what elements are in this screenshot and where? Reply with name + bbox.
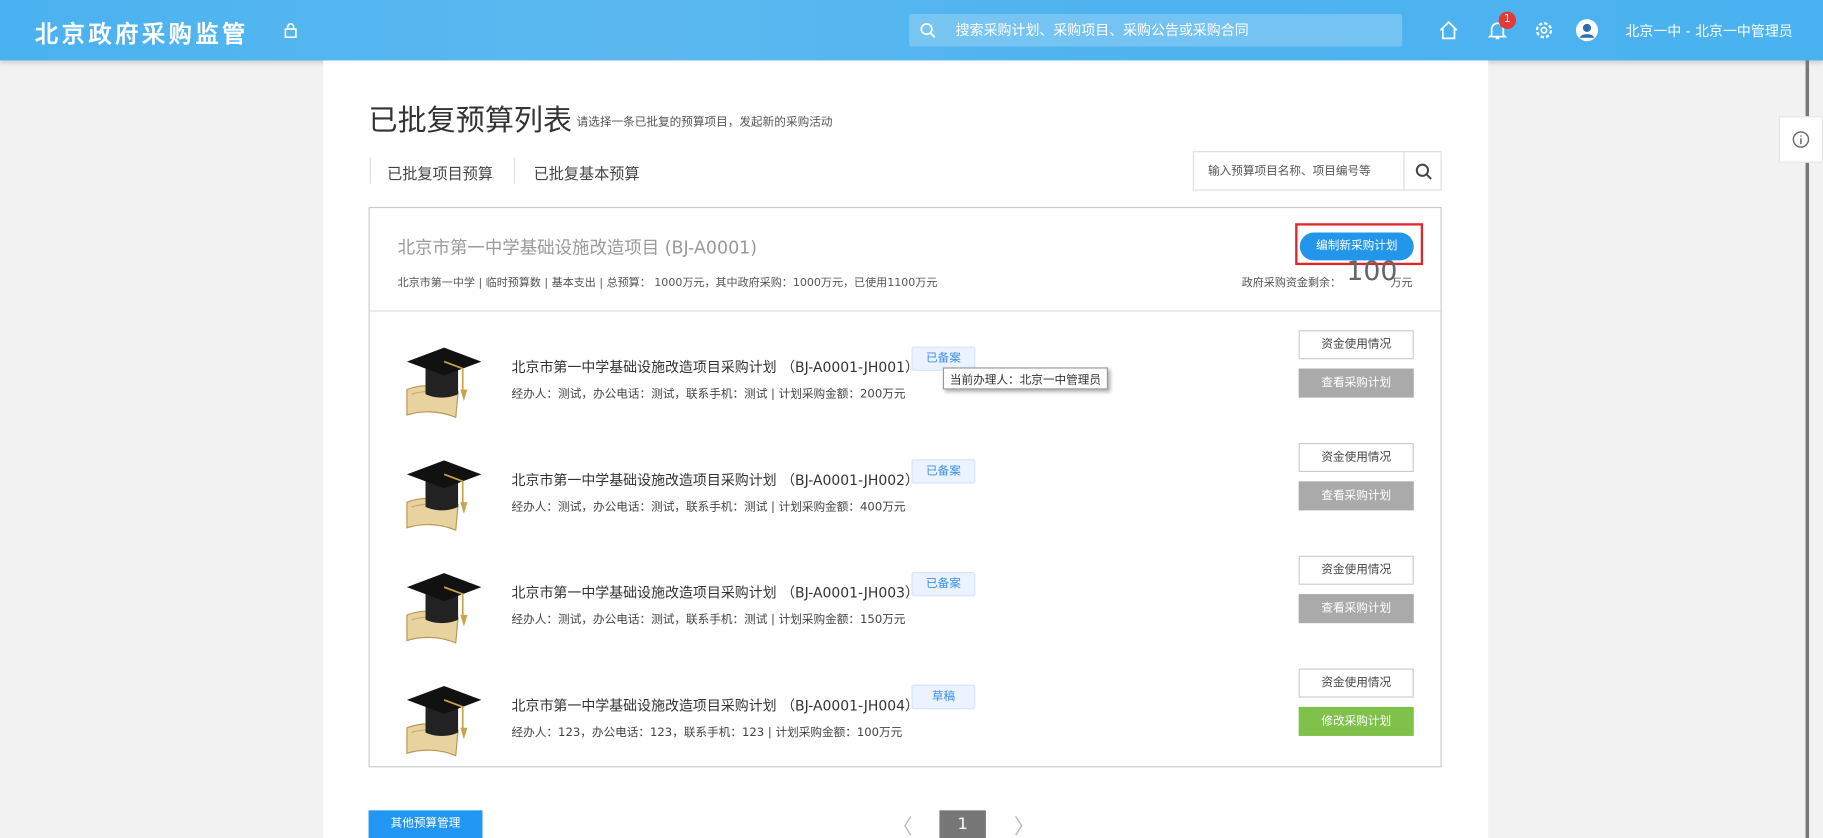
plan-title[interactable]: 北京市第一中学基础设施改造项目采购计划 （BJ-A0001-JH002） xyxy=(512,470,919,490)
budget-search-input[interactable] xyxy=(1194,152,1404,190)
other-budget-button[interactable]: 其他预算管理 xyxy=(368,810,483,838)
status-badge: 草稿 xyxy=(911,684,976,710)
search-button[interactable] xyxy=(1403,152,1441,190)
search-icon xyxy=(920,22,936,38)
view-plan-button[interactable]: 查看采购计划 xyxy=(1298,594,1414,624)
plan-meta: 经办人：测试，办公电话：测试，联系手机：测试 | 计划采购金额：400万元 xyxy=(511,501,906,514)
view-plan-button[interactable]: 查看采购计划 xyxy=(1298,481,1414,511)
prev-page-button[interactable]: 〈 xyxy=(892,810,913,838)
view-plan-button[interactable]: 查看采购计划 xyxy=(1298,368,1414,398)
remaining-label: 政府采购资金剩余： xyxy=(1241,276,1342,290)
user-name[interactable]: 北京一中 - 北京一中管理员 xyxy=(1625,21,1792,41)
next-page-button[interactable]: 〉 xyxy=(1014,810,1035,838)
tooltip: 当前办理人：北京一中管理员 xyxy=(942,367,1108,390)
top-header: 北京政府采购监管 搜索采购计划、采购项目、采购公告或采购合同 1 北京一中 - … xyxy=(0,0,1823,61)
fund-usage-button[interactable]: 资金使用情况 xyxy=(1298,442,1414,473)
tab-basic-budget[interactable]: 已批复基本预算 xyxy=(534,162,640,183)
plan-row: 北京市第一中学基础设施改造项目采购计划 （BJ-A0001-JH002） 经办人：… xyxy=(370,442,1441,556)
budget-title: 北京市第一中学基础设施改造项目 (BJ-A0001) xyxy=(397,237,758,259)
notification-badge: 1 xyxy=(1498,11,1517,30)
lock-icon[interactable] xyxy=(284,22,298,39)
graduation-cap-icon xyxy=(406,460,482,532)
remaining-unit: 万元 xyxy=(1390,276,1413,290)
plan-row: 北京市第一中学基础设施改造项目采购计划 （BJ-A0001-JH004） 经办人：… xyxy=(370,668,1441,782)
logo: 北京政府采购监管 xyxy=(34,19,249,48)
graduation-cap-icon xyxy=(406,347,482,419)
page-1[interactable]: 1 xyxy=(939,810,986,838)
tab-project-budget[interactable]: 已批复项目预算 xyxy=(387,162,493,183)
graduation-cap-icon xyxy=(406,573,482,644)
page-title: 已批复预算列表 xyxy=(368,103,573,138)
plan-meta: 经办人：测试，办公电话：测试，联系手机：测试 | 计划采购金额：200万元 xyxy=(511,388,906,402)
home-icon[interactable] xyxy=(1437,19,1460,42)
divider xyxy=(513,158,516,184)
global-search-placeholder: 搜索采购计划、采购项目、采购公告或采购合同 xyxy=(955,22,1249,39)
info-button[interactable] xyxy=(1778,116,1823,163)
scrollbar[interactable] xyxy=(1805,60,1810,838)
fund-usage-button[interactable]: 资金使用情况 xyxy=(1298,555,1414,585)
plan-meta: 经办人：123，办公电话：123，联系手机：123 | 计划采购金额：100万元 xyxy=(511,726,903,740)
budget-card: 北京市第一中学基础设施改造项目 (BJ-A0001) 北京市第一中学 | 临时预… xyxy=(368,206,1442,768)
graduation-cap-icon xyxy=(406,685,482,757)
gear-icon[interactable] xyxy=(1532,19,1555,42)
budget-meta: 北京市第一中学 | 临时预算数 | 基本支出 | 总预算： 1000万元，其中政… xyxy=(397,276,938,290)
plan-row: 北京市第一中学基础设施改造项目采购计划 （BJ-A0001-JH003） 经办人：… xyxy=(370,555,1441,669)
status-badge: 已备案 xyxy=(911,459,976,484)
plan-title[interactable]: 北京市第一中学基础设施改造项目采购计划 （BJ-A0001-JH001） xyxy=(512,357,919,377)
global-search-input[interactable]: 搜索采购计划、采购项目、采购公告或采购合同 xyxy=(909,13,1403,47)
fund-usage-button[interactable]: 资金使用情况 xyxy=(1298,330,1414,360)
status-badge: 已备案 xyxy=(911,572,976,597)
divider xyxy=(369,158,371,184)
search-icon xyxy=(1415,163,1432,180)
plan-title[interactable]: 北京市第一中学基础设施改造项目采购计划 （BJ-A0001-JH004） xyxy=(512,695,919,715)
plan-meta: 经办人：测试，办公电话：测试，联系手机：测试 | 计划采购金额：150万元 xyxy=(511,613,906,627)
fund-usage-button[interactable]: 资金使用情况 xyxy=(1298,668,1414,698)
avatar[interactable] xyxy=(1575,19,1599,42)
budget-search xyxy=(1192,151,1442,191)
info-icon xyxy=(1792,131,1810,148)
plan-row: 北京市第一中学基础设施改造项目采购计划 （BJ-A0001-JH001） 经办人：… xyxy=(370,330,1441,443)
budget-card-header: 北京市第一中学基础设施改造项目 (BJ-A0001) 北京市第一中学 | 临时预… xyxy=(369,208,1441,312)
edit-plan-button[interactable]: 修改采购计划 xyxy=(1298,706,1414,736)
plan-title[interactable]: 北京市第一中学基础设施改造项目采购计划 （BJ-A0001-JH003） xyxy=(512,582,919,602)
page-subtitle: 请选择一条已批复的预算项目，发起新的采购活动 xyxy=(576,116,833,130)
